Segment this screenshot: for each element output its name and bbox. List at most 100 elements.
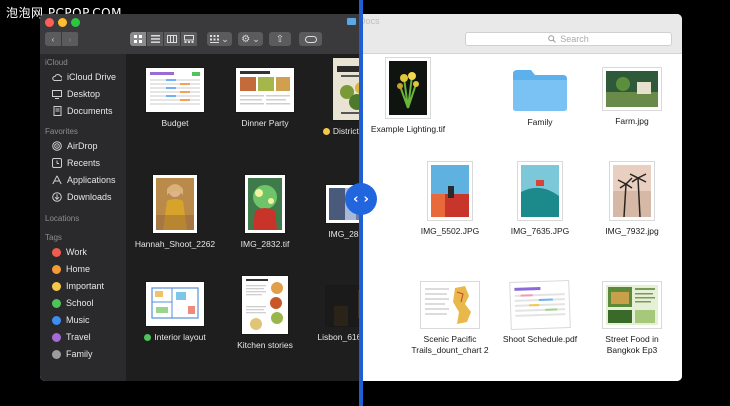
comparison-slider-handle[interactable]: ‹ › xyxy=(345,183,377,215)
sidebar-tag-label: Travel xyxy=(66,332,91,342)
file-item-img-5502[interactable]: IMG_5502.JPG xyxy=(403,162,497,237)
file-name-line-1: Street Food in xyxy=(605,334,659,344)
yellow-tag-dot xyxy=(322,128,330,135)
file-item-hannah-shoot[interactable]: Hannah_Shoot_2262 xyxy=(128,175,222,250)
sidebar-item-label: Downloads xyxy=(67,192,112,202)
gear-icon: ⚙ xyxy=(241,33,251,45)
sidebar-item-downloads[interactable]: Downloads xyxy=(52,190,112,204)
sidebar-tag-school[interactable]: School xyxy=(52,296,94,310)
back-button[interactable]: ‹ xyxy=(45,32,62,46)
group-by-button[interactable]: ⌄ xyxy=(207,32,232,46)
tag-color-dot xyxy=(52,264,61,274)
sidebar-tag-important[interactable]: Important xyxy=(52,279,104,293)
spreadsheet-thumbnail xyxy=(146,68,204,112)
list-view-button[interactable] xyxy=(147,32,164,46)
file-item-budget[interactable]: Budget xyxy=(128,68,222,129)
file-item-example-lighting[interactable]: Example Lighting.tif xyxy=(361,58,455,135)
tag-color-dot xyxy=(52,332,61,342)
photo-thumbnail xyxy=(245,175,285,233)
toolbar-light: Docs Search xyxy=(347,14,682,54)
file-grid-dark: Budget Dinner Party District Hannah_Shoo… xyxy=(126,54,361,381)
file-item-farm[interactable]: Farm.jpg xyxy=(585,68,679,127)
column-view-button[interactable] xyxy=(164,32,181,46)
file-name: IMG_7932.jpg xyxy=(605,226,659,236)
toolbar-dark: ‹ › ⌄ ⚙ ⌄ ⇧ xyxy=(40,14,361,54)
file-item-img-7932[interactable]: IMG_7932.jpg xyxy=(585,162,679,237)
sidebar-item-recents[interactable]: Recents xyxy=(52,156,100,170)
desktop-icon xyxy=(52,89,62,99)
map-thumbnail xyxy=(421,282,479,328)
close-window-button[interactable] xyxy=(45,18,54,27)
photo-thumbnail xyxy=(386,58,430,118)
cloud-icon xyxy=(52,72,62,82)
photo-thumbnail xyxy=(518,162,562,220)
action-menu-button[interactable]: ⚙ ⌄ xyxy=(238,32,263,46)
sidebar-tag-family[interactable]: Family xyxy=(52,347,93,361)
file-name: IMG_7635.JPG xyxy=(510,226,570,236)
file-item-interior-layout[interactable]: Interior layout xyxy=(128,282,222,343)
group-grid-icon xyxy=(210,35,220,43)
file-item-district-market[interactable]: District Market xyxy=(308,58,361,137)
grid-icon xyxy=(134,35,142,43)
file-name: Scenic Pacific Trails_dount_chart 2 xyxy=(403,334,497,356)
sidebar-tag-label: Home xyxy=(66,264,91,274)
back-forward-buttons: ‹ › xyxy=(45,32,79,46)
share-button[interactable]: ⇧ xyxy=(269,32,291,46)
sidebar-item-label: iCloud Drive xyxy=(67,72,117,82)
file-item-img-2832[interactable]: IMG_2832.tif xyxy=(218,175,312,250)
sidebar-tag-music[interactable]: Music xyxy=(52,313,90,327)
tag-color-dot xyxy=(52,247,61,257)
file-item-kitchen-stories[interactable]: Kitchen stories xyxy=(218,276,312,351)
chevron-left-icon: ‹ xyxy=(353,191,359,207)
video-thumbnail xyxy=(326,286,361,326)
list-icon xyxy=(150,35,160,43)
document-thumbnail xyxy=(242,276,288,334)
file-name: IMG_5502.JPG xyxy=(420,226,480,236)
file-item-scenic-pacific[interactable]: Scenic Pacific Trails_dount_chart 2 xyxy=(403,282,497,356)
sidebar-item-desktop[interactable]: Desktop xyxy=(52,87,100,101)
search-field[interactable]: Search xyxy=(465,32,672,46)
chevron-down-icon: ⌄ xyxy=(252,33,260,44)
sidebar-item-airdrop[interactable]: AirDrop xyxy=(52,139,98,153)
file-item-img-7635[interactable]: IMG_7635.JPG xyxy=(493,162,587,237)
tags-button[interactable] xyxy=(299,32,322,46)
gallery-view-button[interactable] xyxy=(181,32,198,46)
file-item-street-food[interactable]: Street Food in Bangkok Ep3 xyxy=(585,282,679,356)
file-item-lisbon-mov[interactable]: Lisbon_61695.MOV xyxy=(308,286,361,343)
sidebar-item-label: AirDrop xyxy=(67,141,98,151)
document-thumbnail xyxy=(603,282,661,328)
file-name-text: District Market xyxy=(332,126,361,136)
file-name-text: Interior layout xyxy=(154,332,206,342)
sidebar-tag-travel[interactable]: Travel xyxy=(52,330,91,344)
sidebar-tag-label: Work xyxy=(66,247,87,257)
chevron-right-icon: › xyxy=(363,191,369,207)
sidebar-tag-label: Important xyxy=(66,281,105,291)
icon-view-button[interactable] xyxy=(130,32,147,46)
sidebar-tag-label: School xyxy=(66,298,94,308)
sidebar-item-documents[interactable]: Documents xyxy=(52,104,113,118)
zoom-window-button[interactable] xyxy=(71,18,80,27)
file-name: District Market xyxy=(308,126,361,137)
downloads-icon xyxy=(52,192,62,202)
sidebar-section-locations: Locations xyxy=(45,214,80,223)
file-name-line-2: Trails_dount_chart 2 xyxy=(411,345,489,355)
file-name: Dinner Party xyxy=(241,118,289,128)
gallery-icon xyxy=(184,35,194,43)
file-item-dinner-party[interactable]: Dinner Party xyxy=(218,68,312,129)
sidebar-tag-home[interactable]: Home xyxy=(52,262,90,276)
file-item-family-folder[interactable]: Family xyxy=(493,66,587,128)
sidebar: iCloud iCloud Drive Desktop Documents Fa… xyxy=(40,54,126,381)
minimize-window-button[interactable] xyxy=(58,18,67,27)
sidebar-item-applications[interactable]: Applications xyxy=(52,173,116,187)
sidebar-tag-work[interactable]: Work xyxy=(52,245,87,259)
document-thumbnail xyxy=(236,68,294,112)
folder-icon xyxy=(511,66,569,112)
documents-icon xyxy=(52,106,62,116)
tag-color-dot xyxy=(52,349,61,359)
applications-icon xyxy=(52,175,62,185)
file-item-shoot-schedule[interactable]: Shoot Schedule.pdf xyxy=(493,281,587,345)
search-placeholder: Search xyxy=(560,34,589,44)
sidebar-item-icloud-drive[interactable]: iCloud Drive xyxy=(52,70,116,84)
forward-button[interactable]: › xyxy=(62,32,79,46)
search-icon xyxy=(548,35,557,43)
